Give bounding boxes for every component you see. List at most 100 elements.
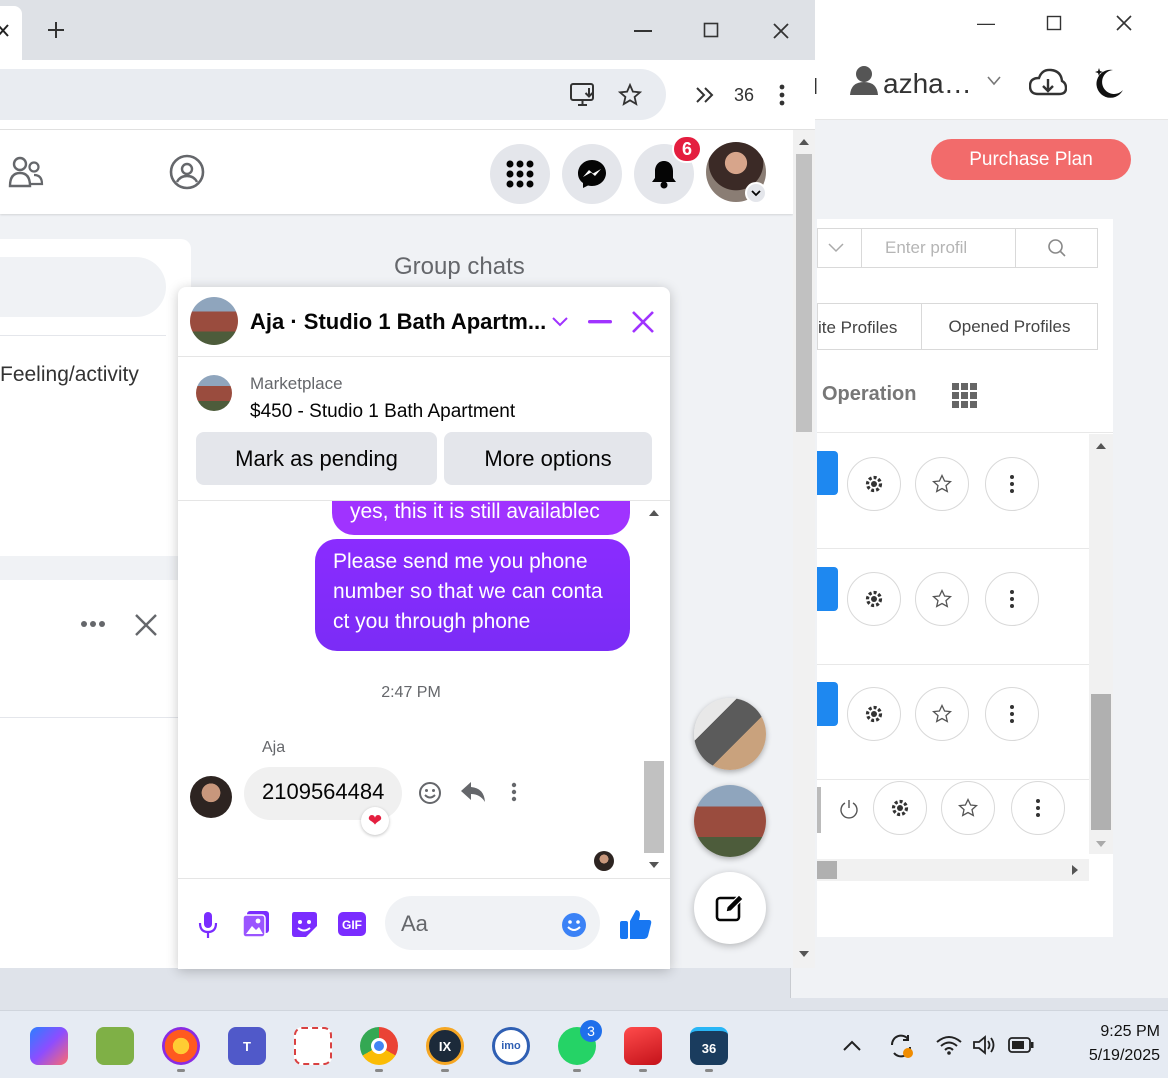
more-button[interactable] <box>985 687 1039 741</box>
react-emoji-icon[interactable] <box>418 781 442 805</box>
outgoing-message[interactable]: Please send me you phone number so that … <box>315 539 630 651</box>
app-36-icon[interactable]: 36 <box>690 1027 728 1065</box>
address-bar[interactable] <box>0 69 666 120</box>
message-more-icon[interactable] <box>511 782 517 802</box>
search-type-select[interactable] <box>817 228 861 268</box>
active-tab[interactable] <box>0 6 22 60</box>
page-scrollbar[interactable] <box>793 130 815 968</box>
chat-header[interactable]: Aja · Studio 1 Bath Apartm... <box>178 287 670 357</box>
more-button[interactable] <box>985 457 1039 511</box>
favorite-button[interactable] <box>915 457 969 511</box>
settings-button[interactable] <box>847 457 901 511</box>
chevron-down-icon[interactable] <box>552 317 568 327</box>
chevron-down-icon[interactable] <box>987 76 1001 86</box>
notepad-app-icon[interactable] <box>96 1027 134 1065</box>
scroll-down-icon[interactable] <box>1095 840 1107 848</box>
more-button[interactable] <box>985 572 1039 626</box>
settings-button[interactable] <box>873 781 927 835</box>
scroll-thumb[interactable] <box>817 861 837 879</box>
scroll-thumb[interactable] <box>1091 694 1111 830</box>
sync-icon[interactable] <box>888 1033 916 1059</box>
minimize-button[interactable] <box>634 30 652 32</box>
imo-app-icon[interactable]: imo <box>492 1027 530 1065</box>
maximize-icon[interactable] <box>703 22 719 38</box>
sender-avatar[interactable] <box>190 776 232 818</box>
copilot-app-icon[interactable] <box>30 1027 68 1065</box>
photo-icon[interactable] <box>242 910 270 938</box>
scroll-thumb[interactable] <box>796 154 812 432</box>
groups-icon[interactable] <box>169 154 205 190</box>
chat-title[interactable]: Aja · Studio 1 Bath Apartm... <box>250 309 546 335</box>
close-icon[interactable] <box>134 613 158 637</box>
heart-reaction[interactable]: ❤ <box>361 807 389 835</box>
system-clock[interactable]: 9:25 PM 5/19/2025 <box>1050 1020 1160 1068</box>
search-button[interactable] <box>1015 228 1098 268</box>
outgoing-message[interactable]: yes, this it is still availablec <box>332 501 630 535</box>
account-menu-button[interactable] <box>745 182 767 204</box>
open-button[interactable] <box>817 682 838 726</box>
chat-head-avatar[interactable] <box>694 698 766 770</box>
minimize-chat-icon[interactable] <box>588 320 612 324</box>
tab-opened-profiles[interactable]: Opened Profiles <box>921 303 1098 350</box>
emoji-icon[interactable] <box>561 912 587 938</box>
close-chat-icon[interactable] <box>631 310 655 334</box>
scroll-right-icon[interactable] <box>1071 864 1079 876</box>
purchase-plan-button[interactable]: Purchase Plan <box>931 139 1131 180</box>
user-name[interactable]: azha… <box>883 68 972 100</box>
table-vertical-scrollbar[interactable] <box>1089 434 1113 854</box>
create-post-input[interactable] <box>0 257 166 317</box>
ixbrowser-app-icon[interactable]: IX <box>426 1027 464 1065</box>
volume-icon[interactable] <box>972 1035 996 1055</box>
teams-app-icon[interactable]: T <box>228 1027 266 1065</box>
chat-head-avatar[interactable] <box>694 785 766 857</box>
cloud-download-icon[interactable] <box>1029 66 1067 100</box>
feeling-activity-button[interactable]: Feeling/activity <box>0 363 139 387</box>
friends-icon[interactable] <box>8 154 44 190</box>
bookmark-star-icon[interactable] <box>618 83 642 107</box>
open-button[interactable] <box>817 451 838 495</box>
settings-button[interactable] <box>847 572 901 626</box>
open-button[interactable] <box>817 787 821 833</box>
maximize-button[interactable] <box>1039 8 1069 38</box>
chevron-up-icon[interactable] <box>843 1039 861 1051</box>
tab-favorite-profiles[interactable]: ite Profiles <box>817 303 922 350</box>
wifi-icon[interactable] <box>936 1035 962 1055</box>
gif-icon[interactable]: GIF <box>338 912 366 936</box>
scroll-up-icon[interactable] <box>1095 442 1107 450</box>
firefox-app-icon[interactable] <box>162 1027 200 1065</box>
favorite-button[interactable] <box>915 687 969 741</box>
scroll-up-icon[interactable] <box>798 138 810 146</box>
extensions-chevron-icon[interactable] <box>695 86 715 104</box>
chat-avatar[interactable] <box>190 297 238 345</box>
power-icon[interactable] <box>839 799 859 819</box>
close-tab-icon[interactable] <box>0 24 10 38</box>
favorite-button[interactable] <box>941 781 995 835</box>
minimize-button[interactable]: — <box>971 8 1001 38</box>
reply-icon[interactable] <box>460 781 486 803</box>
snipping-tool-icon[interactable] <box>294 1027 332 1065</box>
more-options-button[interactable]: More options <box>444 432 652 485</box>
sticker-icon[interactable] <box>290 910 318 938</box>
chrome-app-icon[interactable] <box>360 1027 398 1065</box>
profile-search-input[interactable]: Enter profil <box>861 228 1016 268</box>
new-message-button[interactable] <box>694 872 766 944</box>
scroll-down-icon[interactable] <box>648 861 660 869</box>
settings-button[interactable] <box>847 687 901 741</box>
column-settings-icon[interactable] <box>952 383 978 409</box>
chat-scrollbar[interactable] <box>644 501 664 878</box>
listing-thumbnail[interactable] <box>196 375 232 411</box>
microphone-icon[interactable] <box>198 911 218 939</box>
scroll-down-icon[interactable] <box>798 950 810 958</box>
anydesk-app-icon[interactable] <box>624 1027 662 1065</box>
more-button[interactable] <box>1011 781 1065 835</box>
close-icon[interactable] <box>772 22 790 40</box>
browser-menu-icon[interactable] <box>779 84 785 106</box>
dark-mode-icon[interactable] <box>1091 64 1127 100</box>
menu-button[interactable] <box>490 144 550 204</box>
mark-as-pending-button[interactable]: Mark as pending <box>196 432 437 485</box>
more-horizontal-icon[interactable] <box>80 620 106 628</box>
extension-count[interactable]: 36 <box>734 85 754 106</box>
listing-title[interactable]: $450 - Studio 1 Bath Apartment <box>250 401 515 423</box>
battery-icon[interactable] <box>1008 1037 1034 1053</box>
thumbs-up-icon[interactable] <box>619 908 653 940</box>
